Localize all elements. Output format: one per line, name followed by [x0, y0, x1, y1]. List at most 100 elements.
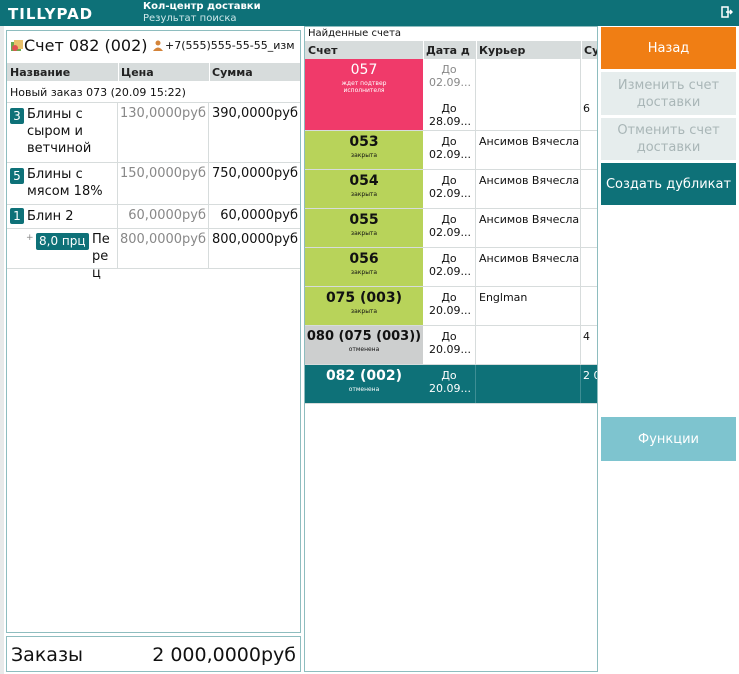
account-row-selected[interactable]: 082 (002) отменена До 20.09... 2 0: [305, 365, 597, 404]
date-value: До 02.09...: [429, 135, 471, 161]
back-button[interactable]: Назад: [601, 27, 736, 69]
order-line[interactable]: Новый заказ 073 (20.09 15:22): [7, 81, 300, 103]
modifier-price: 800,0000руб: [118, 229, 209, 268]
courier-cell: Ансимов Вячеслав: [476, 209, 581, 247]
account-row[interactable]: 053 закрыта До 02.09... Ансимов Вячеслав: [305, 131, 597, 170]
item-sum: 60,0000руб: [220, 208, 298, 223]
item-name-cell: 1 Блин 2: [7, 205, 118, 228]
sum-cell: [581, 248, 597, 286]
sum-cell: [581, 131, 597, 169]
date-value: До 02.09...: [429, 213, 471, 239]
item-name: Блины с сыром и ветчиной: [27, 107, 92, 156]
orders-total: Заказы 2 000,0000руб: [6, 636, 301, 672]
account-cell: 053 закрыта: [305, 131, 423, 169]
account-number: 082 (002): [325, 368, 403, 384]
item-qty: 3: [10, 108, 24, 124]
col-divider: [581, 41, 582, 59]
top-bar: TILLYPAD Кол-центр доставки Результат по…: [0, 0, 739, 26]
date-cell: До 20.09...: [423, 365, 476, 403]
functions-button[interactable]: Функции: [601, 417, 736, 461]
account-status: отменена: [348, 386, 380, 393]
found-table-header: Счет Дата д Курьер Су: [305, 41, 597, 59]
modifier-sum: 800,0000руб: [212, 232, 298, 247]
account-row[interactable]: 054 закрыта До 02.09... Ансимов Вячеслав: [305, 170, 597, 209]
client-icon: [153, 40, 163, 51]
order-item[interactable]: 3 Блины с сыром и ветчиной 130,0000руб 3…: [7, 103, 300, 163]
courier-cell: Ансимов Вячеслав: [476, 170, 581, 208]
item-name: Блин 2: [27, 209, 74, 224]
courier-cell: Englman: [476, 287, 581, 325]
account-row[interactable]: 055 закрыта До 02.09... Ансимов Вячеслав: [305, 209, 597, 248]
account-number: 056: [349, 251, 379, 267]
col-courier[interactable]: Курьер: [479, 44, 579, 57]
found-accounts-title: Найденные счета: [308, 28, 402, 39]
col-price: Цена: [121, 66, 154, 79]
col-divider: [209, 63, 210, 81]
date-value: До 02.09...: [429, 174, 471, 200]
account-status: закрыта: [350, 269, 378, 276]
item-sum: 390,0000руб: [212, 106, 298, 121]
col-divider: [118, 63, 119, 81]
account-status: закрыта: [350, 152, 378, 159]
account-panel: Счет 082 (002) +7(555)555-55-55_изм Назв…: [6, 30, 301, 633]
account-cell: 054 закрыта: [305, 170, 423, 208]
account-status: закрыта: [350, 230, 378, 237]
account-row[interactable]: 075 (003) закрыта До 20.09... Englman: [305, 287, 597, 326]
item-name-cell: 5 Блины с мясом 18%: [7, 163, 118, 204]
tillypad-logo: TILLYPAD: [8, 5, 94, 23]
account-status: отменена: [348, 346, 380, 353]
courier-cell: [476, 326, 581, 364]
col-sum: Сумма: [212, 66, 253, 79]
item-name-cell: + 8,0 прц Перец: [7, 229, 118, 281]
app-subtitle: Результат поиска: [143, 13, 237, 24]
date-cell: До 02.09...: [423, 209, 476, 247]
account-number: 053: [349, 134, 379, 150]
cancel-delivery-button[interactable]: Отменить счет доставки: [601, 118, 736, 160]
item-qty: 5: [10, 168, 24, 184]
col-date[interactable]: Дата д: [426, 44, 474, 57]
app-title: Кол-центр доставки: [143, 1, 261, 12]
sum-cell: 4: [583, 330, 590, 343]
courier-cell: [476, 365, 581, 403]
order-item[interactable]: 1 Блин 2 60,0000руб 60,0000руб: [7, 205, 300, 229]
courier-cell: Ансимов Вячеслав: [476, 248, 581, 286]
create-duplicate-button[interactable]: Создать дубликат: [601, 163, 736, 205]
account-row[interactable]: 056 закрыта До 02.09... Ансимов Вячеслав: [305, 248, 597, 287]
item-price: 150,0000руб: [118, 163, 209, 204]
modifier-badge: 8,0 прц: [36, 233, 89, 250]
found-accounts-panel: Найденные счета Счет Дата д Курьер Су 05…: [304, 26, 598, 672]
col-sum[interactable]: Су: [584, 44, 597, 57]
item-price: 60,0000руб: [118, 205, 209, 228]
order-item[interactable]: 5 Блины с мясом 18% 150,0000руб 750,0000…: [7, 163, 300, 205]
sum-cell: [581, 209, 597, 247]
edit-delivery-button[interactable]: Изменить счет доставки: [601, 72, 736, 115]
account-header: Счет 082 (002) +7(555)555-55-55_изм: [7, 31, 300, 63]
date-cell: До 02.09...: [423, 248, 476, 286]
date-value: До 02.09...: [429, 252, 471, 278]
account-number: 054: [349, 173, 379, 189]
col-account[interactable]: Счет: [308, 44, 420, 57]
date-cell: До 02.09...: [423, 131, 476, 169]
sum-cell: [581, 170, 597, 208]
account-row[interactable]: 080 (075 (003)) отменена До 20.09... 4: [305, 326, 597, 365]
date-cell: До 20.09...: [423, 287, 476, 325]
col-divider: [476, 41, 477, 59]
modifier-row[interactable]: + 8,0 прц Перец 800,0000руб 800,0000руб: [7, 229, 300, 281]
account-number: 080 (075 (003)): [306, 329, 422, 344]
account-row[interactable]: 057 ждет подтвер исполнителя До 02.09...…: [305, 59, 597, 131]
sum-cell: [581, 287, 597, 325]
modifier-plus-icon: +: [26, 233, 34, 243]
item-name-cell: 3 Блины с сыром и ветчиной: [7, 103, 118, 162]
account-status: закрыта: [350, 191, 378, 198]
orders-total-value: 2 000,0000руб: [152, 644, 296, 666]
courier-cell: Ансимов Вячеслав: [476, 131, 581, 169]
account-cell: 080 (075 (003)) отменена: [305, 326, 423, 364]
date-cell: До 02.09... До 28.09...: [423, 59, 476, 130]
date-cell: До 02.09...: [423, 170, 476, 208]
item-qty: 1: [10, 208, 24, 224]
orders-total-label: Заказы: [11, 644, 84, 666]
exit-icon[interactable]: [721, 5, 733, 19]
modifier-name: Перец: [92, 232, 110, 281]
client-phone: +7(555)555-55-55_изм: [165, 39, 295, 52]
account-number: 055: [349, 212, 379, 228]
